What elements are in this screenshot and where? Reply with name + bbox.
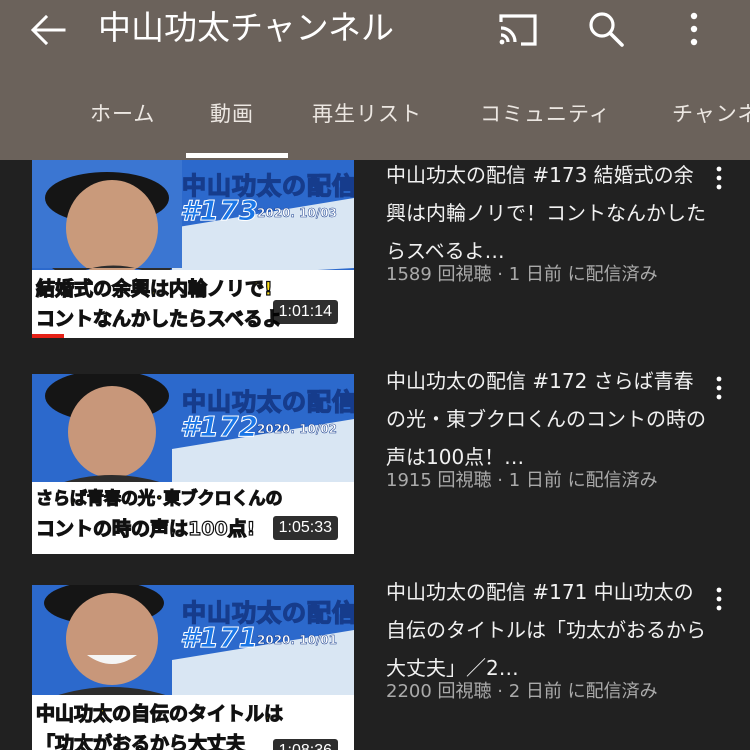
cast-button[interactable] bbox=[492, 8, 544, 52]
tab-selected-indicator bbox=[186, 153, 288, 158]
thumbnail-date: 2020. 10/02 bbox=[257, 422, 337, 437]
video-title[interactable]: 中山功太の配信 #171 中山功太の自伝のタイトルは「功太がおるから大丈夫」／2… bbox=[386, 573, 706, 687]
video-stats: 1589 回視聴 · 1 日前 に配信済み bbox=[386, 264, 658, 285]
video-list[interactable]: 中山功太の配信 #173 2020. 10/03 結婚式の余興は内輪ノリで! コ… bbox=[0, 160, 750, 750]
thumbnail-episode-number: #173 bbox=[180, 194, 259, 228]
channel-header: 中山功太チャンネル ホーム 動画 再生リスト コミュニティ チャンネ bbox=[0, 0, 750, 160]
thumbnail-caption-line1: 結婚式の余興は内輪ノリで! bbox=[35, 277, 273, 300]
video-item[interactable]: 中山功太の配信 #171 2020. 10/01 中山功太の自伝のタイトルは 「… bbox=[0, 580, 750, 750]
video-menu-button[interactable] bbox=[706, 579, 732, 619]
video-menu-button[interactable] bbox=[706, 368, 732, 408]
app-bar: 中山功太チャンネル bbox=[0, 0, 750, 60]
channel-title: 中山功太チャンネル bbox=[98, 8, 395, 47]
thumbnail-caption-line2: 「功太がおるから大丈夫 bbox=[35, 732, 246, 750]
more-vert-icon bbox=[716, 166, 722, 190]
thumbnail-date: 2020. 10/03 bbox=[257, 206, 337, 221]
thumbnail-date: 2020. 10/01 bbox=[257, 633, 337, 648]
video-duration: 1:08:36 bbox=[272, 739, 338, 750]
search-icon bbox=[589, 12, 624, 47]
thumbnail-episode-number: #172 bbox=[180, 410, 259, 444]
thumbnail-caption-line1: 中山功太の自伝のタイトルは bbox=[35, 702, 284, 725]
video-item[interactable]: 中山功太の配信 #172 2020. 10/02 さらば青春の光･東ブクロくんの… bbox=[0, 369, 750, 564]
video-title[interactable]: 中山功太の配信 #172 さらば青春の光・東ブクロくんのコントの時の声は100点… bbox=[386, 362, 706, 476]
video-thumbnail[interactable]: 中山功太の配信 #171 2020. 10/01 中山功太の自伝のタイトルは 「… bbox=[32, 585, 354, 750]
tab-community[interactable]: コミュニティ bbox=[480, 88, 611, 140]
arrow-left-icon bbox=[30, 14, 66, 46]
more-vert-icon bbox=[716, 376, 722, 400]
tab-playlists[interactable]: 再生リスト bbox=[312, 88, 422, 140]
video-thumbnail[interactable]: 中山功太の配信 #173 2020. 10/03 結婚式の余興は内輪ノリで! コ… bbox=[32, 160, 354, 338]
video-thumbnail[interactable]: 中山功太の配信 #172 2020. 10/02 さらば青春の光･東ブクロくんの… bbox=[32, 374, 354, 554]
video-title[interactable]: 中山功太の配信 #173 結婚式の余興は内輪ノリで！コントなんかしたらスベるよ… bbox=[386, 160, 706, 270]
thumbnail-caption-line1: さらば青春の光･東ブクロくんの bbox=[35, 488, 283, 509]
thumbnail-caption-line2: コントの時の声は100点! bbox=[35, 517, 256, 540]
video-stats: 1915 回視聴 · 1 日前 に配信済み bbox=[386, 470, 658, 491]
thumbnail-caption-line2: コントなんかしたらスベるよ bbox=[35, 307, 282, 330]
video-duration: 1:01:14 bbox=[272, 300, 338, 324]
video-menu-button[interactable] bbox=[706, 160, 732, 198]
video-meta[interactable]: 中山功太の配信 #171 中山功太の自伝のタイトルは「功太がおるから大丈夫」／2… bbox=[386, 573, 706, 705]
tab-channels[interactable]: チャンネ bbox=[672, 88, 750, 140]
video-meta[interactable]: 中山功太の配信 #173 結婚式の余興は内輪ノリで！コントなんかしたらスベるよ…… bbox=[386, 160, 706, 288]
more-vert-icon bbox=[690, 12, 698, 46]
video-meta[interactable]: 中山功太の配信 #172 さらば青春の光・東ブクロくんのコントの時の声は100点… bbox=[386, 362, 706, 494]
video-stats: 2200 回視聴 · 2 日前 に配信済み bbox=[386, 681, 658, 702]
back-button[interactable] bbox=[22, 6, 74, 54]
tab-videos[interactable]: 動画 bbox=[210, 88, 254, 140]
watch-progress-bar bbox=[32, 334, 64, 338]
more-options-button[interactable] bbox=[672, 6, 716, 52]
video-duration: 1:05:33 bbox=[272, 516, 338, 540]
search-button[interactable] bbox=[580, 6, 632, 52]
channel-tabs: ホーム 動画 再生リスト コミュニティ チャンネ bbox=[0, 88, 750, 160]
more-vert-icon bbox=[716, 587, 722, 611]
tab-home[interactable]: ホーム bbox=[90, 88, 155, 140]
thumbnail-episode-number: #171 bbox=[180, 621, 259, 655]
cast-icon bbox=[499, 14, 537, 46]
video-item[interactable]: 中山功太の配信 #173 2020. 10/03 結婚式の余興は内輪ノリで! コ… bbox=[0, 160, 750, 348]
